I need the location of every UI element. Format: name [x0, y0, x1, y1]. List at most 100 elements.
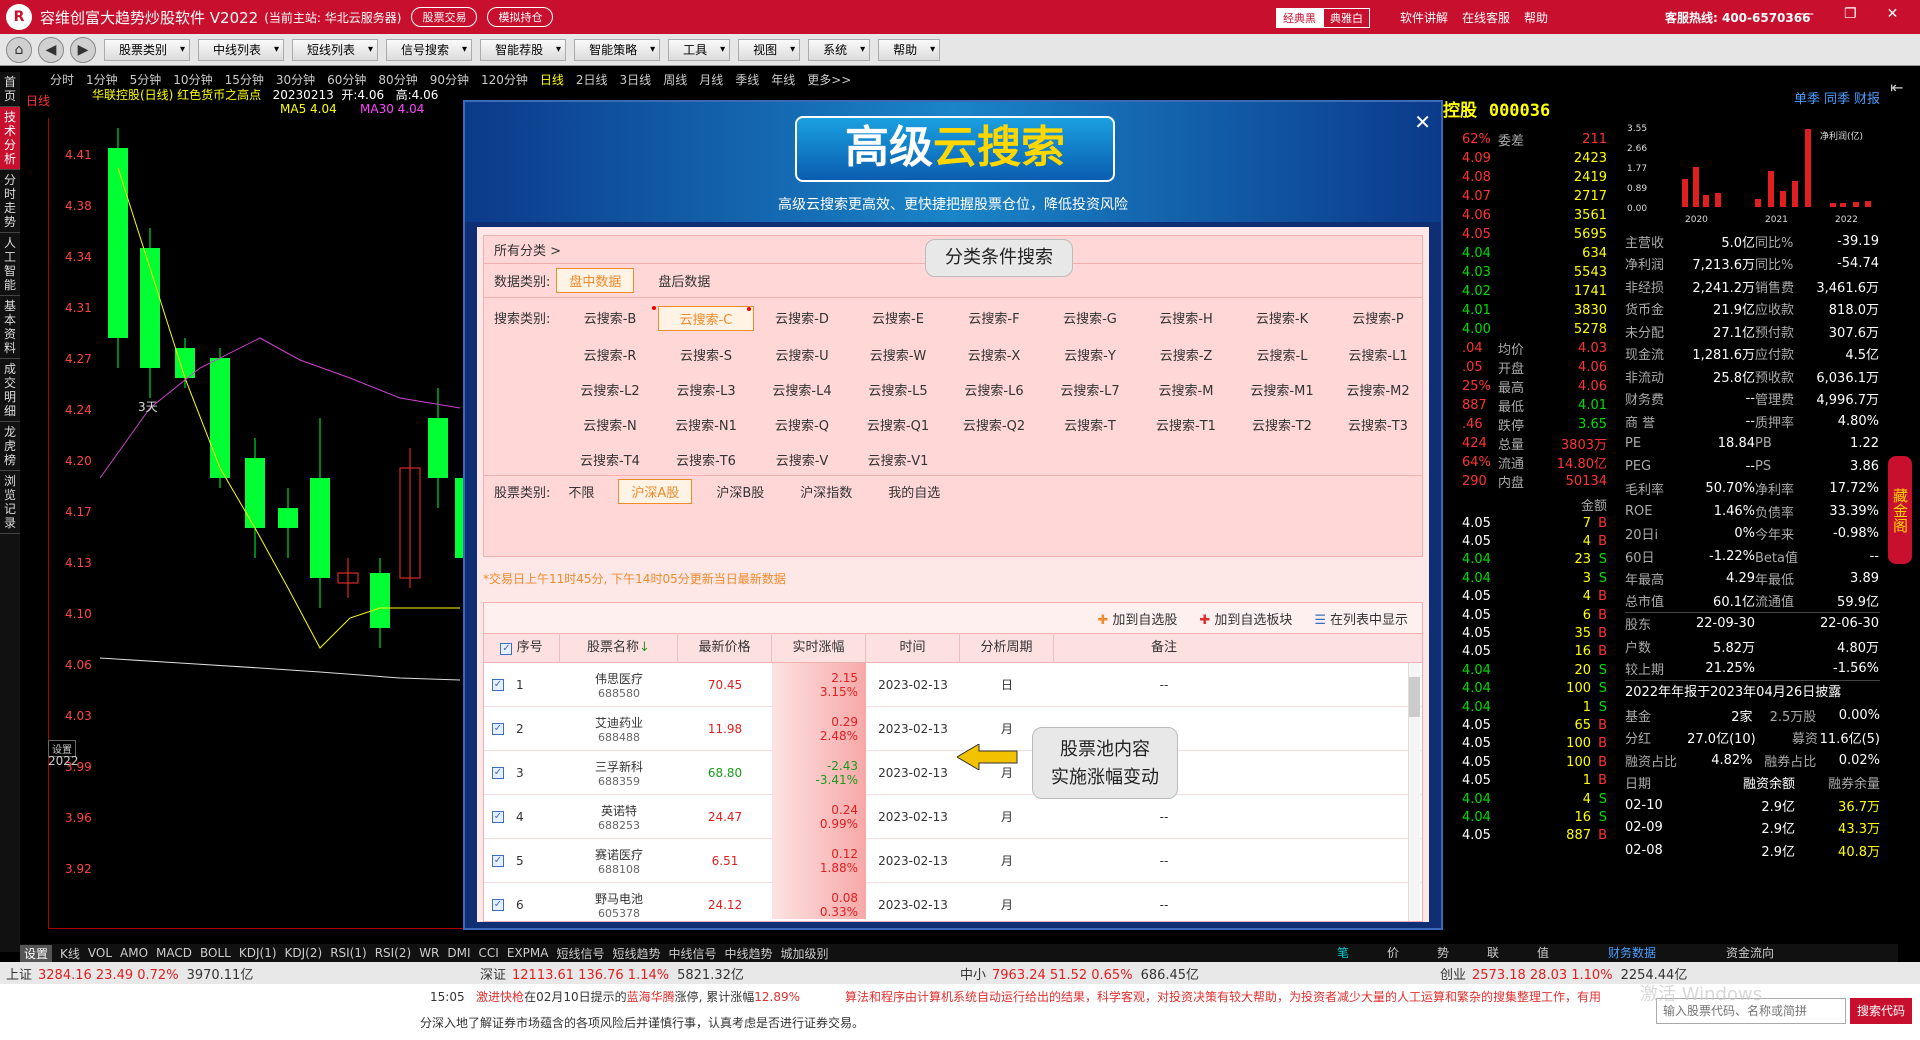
chip-search-L1[interactable]: 云搜索-L1: [1330, 343, 1426, 366]
chip-search-P[interactable]: 云搜索-P: [1330, 306, 1426, 331]
chip-search-L[interactable]: 云搜索-L: [1234, 343, 1330, 366]
row-checkbox[interactable]: ✓: [492, 678, 504, 691]
indicator-tab-6[interactable]: KDJ(1): [239, 946, 277, 960]
chip-search-N[interactable]: 云搜索-N: [562, 413, 658, 436]
help-link[interactable]: 帮助: [1524, 9, 1548, 26]
chip-search-V1[interactable]: 云搜索-V1: [850, 448, 946, 471]
chip-search-R[interactable]: 云搜索-R: [562, 343, 658, 366]
chip-search-T6[interactable]: 云搜索-T6: [658, 448, 754, 471]
back-icon[interactable]: ◀: [38, 36, 64, 63]
chip-search-V[interactable]: 云搜索-V: [754, 448, 850, 471]
chip-search-Q[interactable]: 云搜索-Q: [754, 413, 850, 436]
tab-trade-detail[interactable]: 成交明细: [0, 359, 20, 422]
period-0[interactable]: 分时: [50, 71, 74, 88]
chip-search-L4[interactable]: 云搜索-L4: [754, 378, 850, 401]
skin-elegant-white[interactable]: 典雅白: [1323, 8, 1370, 28]
period-6[interactable]: 60分钟: [327, 71, 366, 88]
tab-browse-history[interactable]: 浏览记录: [0, 471, 20, 534]
indicator-tab-4[interactable]: MACD: [156, 946, 192, 960]
indicator-tab-12[interactable]: CCI: [479, 946, 499, 960]
indicator-tab-10[interactable]: WR: [419, 946, 439, 960]
menu-midline-list[interactable]: 中线列表: [198, 38, 285, 61]
indicator-tab-7[interactable]: KDJ(2): [285, 946, 323, 960]
chip-stock-hs-a[interactable]: 沪深A股: [618, 478, 693, 504]
table-row[interactable]: ✓ 6 野马电池 605378 24.12 0.08 0.33% 2023-02-13 月 --: [484, 882, 1422, 919]
chip-search-M2[interactable]: 云搜索-M2: [1330, 378, 1426, 401]
period-17[interactable]: 更多>>: [807, 71, 851, 88]
menu-smart-pick[interactable]: 智能荐股: [480, 38, 567, 61]
tab-quarter[interactable]: 单季: [1794, 88, 1820, 107]
chip-afterclose-data[interactable]: 盘后数据: [646, 269, 722, 292]
indicator-tab-16[interactable]: 中线信号: [668, 945, 716, 962]
chip-search-T4[interactable]: 云搜索-T4: [562, 448, 658, 471]
row-checkbox[interactable]: ✓: [492, 766, 504, 779]
period-12[interactable]: 3日线: [620, 71, 652, 88]
menu-signal-search[interactable]: 信号搜索: [386, 38, 473, 61]
menu-help[interactable]: 帮助: [878, 38, 941, 61]
cell-name[interactable]: 英诺特 688253: [560, 795, 678, 839]
chip-search-M[interactable]: 云搜索-M: [1138, 378, 1234, 401]
cell-index[interactable]: ✓ 2: [484, 707, 560, 751]
treasure-side-tab[interactable]: 藏金阁: [1888, 456, 1912, 564]
chip-search-L5[interactable]: 云搜索-L5: [850, 378, 946, 401]
maximize-icon[interactable]: ❐: [1844, 6, 1857, 22]
add-block-button[interactable]: ✚ 加到自选板块: [1199, 609, 1292, 628]
right-tab-1[interactable]: 价: [1368, 944, 1418, 962]
tutorial-link[interactable]: 软件讲解: [1400, 9, 1448, 26]
chip-search-S[interactable]: 云搜索-S: [658, 343, 754, 366]
show-in-list-button[interactable]: ☰ 在列表中显示: [1314, 609, 1408, 628]
period-11[interactable]: 2日线: [576, 71, 608, 88]
tab-dragon-tiger[interactable]: 龙虎榜: [0, 422, 20, 471]
period-7[interactable]: 80分钟: [378, 71, 417, 88]
indicator-tab-9[interactable]: RSI(2): [375, 946, 412, 960]
close-icon[interactable]: ✕: [1887, 6, 1899, 22]
period-3[interactable]: 10分钟: [173, 71, 212, 88]
chip-search-C[interactable]: 云搜索-C: [658, 306, 754, 331]
stock-trade-button[interactable]: 股票交易: [411, 7, 478, 27]
chip-search-T3[interactable]: 云搜索-T3: [1330, 413, 1426, 436]
home-icon[interactable]: ⌂: [6, 36, 32, 63]
right-tab-2[interactable]: 势: [1418, 944, 1468, 962]
tab-same-quarter[interactable]: 同季: [1824, 88, 1850, 107]
chip-stock-hs-b[interactable]: 沪深B股: [704, 480, 776, 503]
chip-search-L7[interactable]: 云搜索-L7: [1042, 378, 1138, 401]
period-10[interactable]: 日线: [540, 71, 564, 88]
chip-search-H[interactable]: 云搜索-H: [1138, 306, 1234, 331]
indicator-tab-2[interactable]: VOL: [88, 946, 112, 960]
table-row[interactable]: ✓ 4 英诺特 688253 24.47 0.24 0.99% 2023-02-13 月 --: [484, 794, 1422, 839]
collapse-icon[interactable]: ⇤: [1890, 78, 1903, 97]
chip-search-T1[interactable]: 云搜索-T1: [1138, 413, 1234, 436]
tab-ai[interactable]: 人工智能: [0, 233, 20, 296]
right-tab-0[interactable]: 笔: [1318, 944, 1368, 962]
chip-search-T[interactable]: 云搜索-T: [1042, 413, 1138, 436]
chip-search-L2[interactable]: 云搜索-L2: [562, 378, 658, 401]
tab-report[interactable]: 财报: [1854, 88, 1880, 107]
period-15[interactable]: 季线: [735, 71, 759, 88]
indicator-tab-0[interactable]: 设置: [20, 944, 53, 962]
cell-name[interactable]: 伟思医疗 688580: [560, 663, 678, 707]
period-5[interactable]: 30分钟: [276, 71, 315, 88]
skin-classic-black[interactable]: 经典黑: [1276, 8, 1323, 28]
sim-position-button[interactable]: 模拟持仓: [487, 7, 554, 27]
indicator-tab-3[interactable]: AMO: [120, 946, 148, 960]
tab-technical[interactable]: 技术分析: [0, 107, 20, 170]
chip-stock-any[interactable]: 不限: [556, 480, 606, 503]
indicator-tab-15[interactable]: 短线趋势: [612, 945, 660, 962]
indicator-tab-18[interactable]: 城加级别: [781, 945, 829, 962]
menu-system[interactable]: 系统: [808, 38, 871, 61]
indicator-tab-1[interactable]: K线: [60, 945, 80, 962]
forward-icon[interactable]: ▶: [70, 36, 96, 63]
chip-stock-watchlist[interactable]: 我的自选: [876, 480, 952, 503]
col-name[interactable]: 股票名称↓: [560, 633, 678, 663]
right-tab-4[interactable]: 值: [1518, 944, 1568, 962]
chip-search-D[interactable]: 云搜索-D: [754, 306, 850, 331]
chip-search-Y[interactable]: 云搜索-Y: [1042, 343, 1138, 366]
add-watchlist-button[interactable]: ✚ 加到自选股: [1097, 609, 1177, 628]
tab-financial-data[interactable]: 财务数据: [1608, 944, 1656, 962]
chip-stock-index[interactable]: 沪深指数: [788, 480, 864, 503]
cell-index[interactable]: ✓ 1: [484, 663, 560, 707]
indicator-tab-5[interactable]: BOLL: [200, 946, 231, 960]
table-row[interactable]: ✓3三孚新科68835968.80-2.43-3.41%2023-02-13月-…: [484, 750, 1422, 795]
chip-search-E[interactable]: 云搜索-E: [850, 306, 946, 331]
table-row[interactable]: ✓ 1 伟思医疗 688580 70.45 2.15 3.15% 2023-02-13 日 --: [484, 663, 1422, 707]
